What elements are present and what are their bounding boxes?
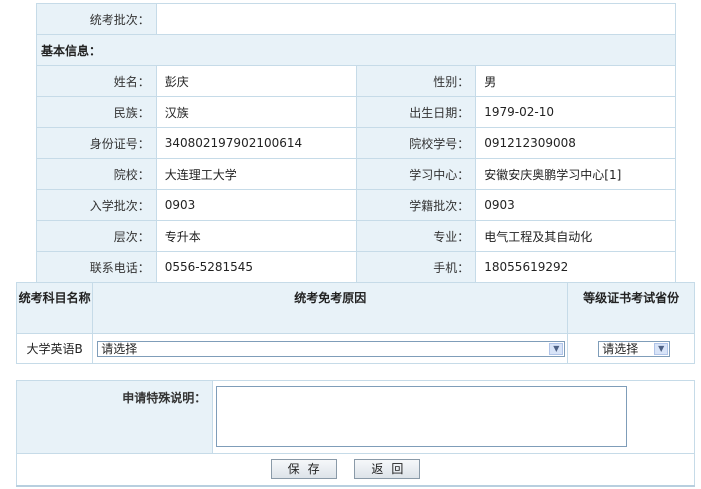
save-button[interactable]: 保存 bbox=[270, 459, 337, 480]
info-row: 身份证号： 340802197902100614 院校学号： 091212309… bbox=[36, 127, 676, 159]
ethnicity-label: 民族： bbox=[36, 96, 157, 128]
remark-label: 申请特殊说明： bbox=[15, 380, 214, 454]
info-row: 姓名： 彭庆 性别： 男 bbox=[36, 65, 676, 97]
remark-table: 申请特殊说明： 保存 返回 bbox=[15, 380, 695, 487]
chevron-down-icon[interactable]: ▼ bbox=[549, 342, 564, 355]
exam-row: 大学英语B 请选择 ▼ 请选择 ▼ bbox=[15, 333, 695, 364]
phone-value: 0556-5281545 bbox=[155, 251, 357, 283]
student-number-value: 091212309008 bbox=[475, 127, 676, 159]
info-row: 入学批次： 0903 学籍批次： 0903 bbox=[36, 189, 676, 221]
info-row: 民族： 汉族 出生日期： 1979-02-10 bbox=[36, 96, 676, 128]
learning-center-label: 学习中心： bbox=[355, 158, 477, 190]
id-number-value: 340802197902100614 bbox=[155, 127, 357, 159]
info-row: 层次： 专升本 专业： 电气工程及其自动化 bbox=[36, 220, 676, 252]
birthdate-value: 1979-02-10 bbox=[475, 96, 676, 128]
mobile-value: 18055619292 bbox=[475, 251, 676, 283]
exam-exemption-table: 统考科目名称 统考免考原因 等级证书考试省份 大学英语B 请选择 ▼ 请选择 ▼ bbox=[15, 282, 695, 364]
province-cell: 请选择 ▼ bbox=[567, 333, 695, 364]
reason-select-value: 请选择 bbox=[101, 341, 138, 356]
button-row: 保存 返回 bbox=[16, 453, 695, 487]
gender-label: 性别： bbox=[355, 65, 477, 97]
major-value: 电气工程及其自动化 bbox=[475, 220, 676, 252]
ethnicity-value: 汉族 bbox=[155, 96, 357, 128]
gender-value: 男 bbox=[475, 65, 676, 97]
reason-select[interactable]: 请选择 ▼ bbox=[97, 340, 566, 357]
info-row: 联系电话： 0556-5281545 手机： 18055619292 bbox=[36, 251, 676, 283]
status-batch-value: 0903 bbox=[475, 189, 676, 221]
exam-header-row: 统考科目名称 统考免考原因 等级证书考试省份 bbox=[15, 282, 695, 334]
major-label: 专业： bbox=[355, 220, 477, 252]
remark-row: 申请特殊说明： bbox=[15, 380, 695, 454]
mobile-label: 手机： bbox=[355, 251, 477, 283]
enroll-batch-label: 入学批次： bbox=[36, 189, 157, 221]
phone-label: 联系电话： bbox=[36, 251, 157, 283]
province-select-value: 请选择 bbox=[602, 341, 639, 356]
exam-batch-row: 统考批次： bbox=[36, 3, 677, 35]
remark-cell bbox=[212, 380, 695, 454]
name-label: 姓名： bbox=[36, 65, 157, 97]
exam-batch-value bbox=[155, 3, 677, 35]
name-value: 彭庆 bbox=[155, 65, 357, 97]
subject-column-header: 统考科目名称 bbox=[15, 282, 94, 334]
chevron-down-icon[interactable]: ▼ bbox=[654, 342, 669, 355]
section-header-row: 基本信息： bbox=[36, 34, 676, 66]
level-value: 专升本 bbox=[155, 220, 357, 252]
student-number-label: 院校学号： bbox=[355, 127, 477, 159]
back-button[interactable]: 返回 bbox=[354, 459, 421, 480]
subject-name: 大学英语B bbox=[15, 333, 94, 364]
id-number-label: 身份证号： bbox=[36, 127, 157, 159]
level-label: 层次： bbox=[36, 220, 157, 252]
status-batch-label: 学籍批次： bbox=[355, 189, 477, 221]
student-info-table: 统考批次： 基本信息： 姓名： 彭庆 性别： 男 民族： 汉族 出生日期： 19… bbox=[36, 3, 677, 283]
enroll-batch-value: 0903 bbox=[155, 189, 357, 221]
school-value: 大连理工大学 bbox=[155, 158, 357, 190]
reason-cell: 请选择 ▼ bbox=[92, 333, 569, 364]
remark-textarea[interactable] bbox=[216, 386, 628, 447]
learning-center-value: 安徽安庆奥鹏学习中心[1] bbox=[475, 158, 676, 190]
province-select[interactable]: 请选择 ▼ bbox=[598, 340, 671, 357]
button-cell: 保存 返回 bbox=[16, 453, 695, 487]
birthdate-label: 出生日期： bbox=[355, 96, 477, 128]
province-column-header: 等级证书考试省份 bbox=[567, 282, 695, 334]
school-label: 院校： bbox=[36, 158, 157, 190]
info-row: 院校： 大连理工大学 学习中心： 安徽安庆奥鹏学习中心[1] bbox=[36, 158, 676, 190]
reason-column-header: 统考免考原因 bbox=[92, 282, 569, 334]
exam-batch-label: 统考批次： bbox=[36, 3, 157, 35]
section-title: 基本信息： bbox=[36, 34, 676, 66]
